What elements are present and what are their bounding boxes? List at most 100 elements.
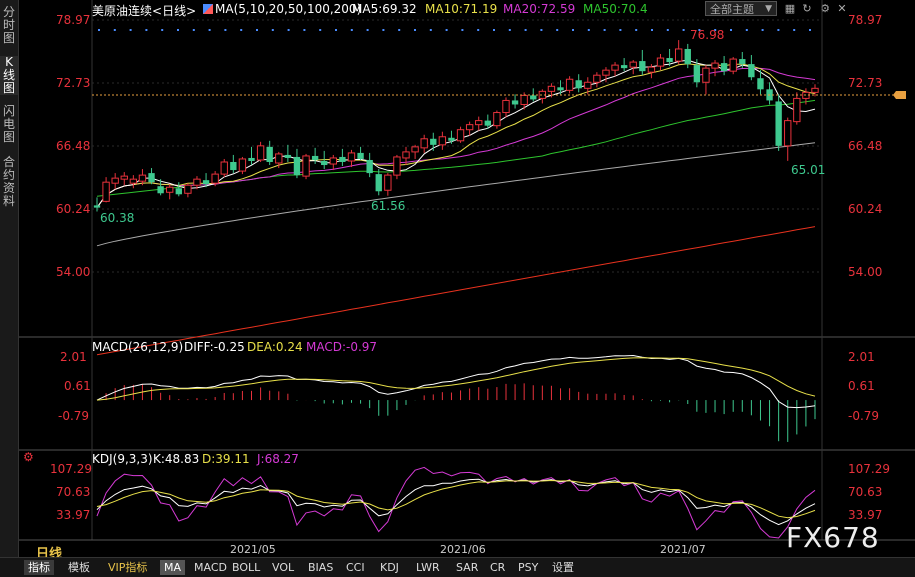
kdj-d: D:39.11 [202,452,250,466]
candle-body [748,64,755,78]
watermark-logo: FX678 [786,521,880,554]
tab-macd[interactable]: MACD [190,560,231,575]
candle-body [739,59,746,65]
dot-marker [161,29,164,31]
candle-body [511,100,519,105]
ma200-line [96,226,816,356]
macd-tick-right: -0.79 [848,409,879,423]
tab-kdj[interactable]: KDJ [376,560,403,575]
dot-marker [208,29,211,31]
price-tick-left: 66.48 [56,139,90,153]
dot-marker [682,29,685,31]
low-annotation: 61.56 [371,199,405,213]
moving-average-lines [96,59,816,356]
tab-templates[interactable]: 模板 [64,560,94,575]
candle-body [684,48,691,65]
dot-marker [335,29,337,31]
dot-marker [129,29,132,31]
candle-body [611,64,619,71]
candle-body [456,129,465,142]
dot-marker [635,29,638,31]
candlestick-series [93,40,819,212]
dot-marker [619,29,622,31]
kdj-tick-left: 70.63 [56,485,90,499]
candle-body [248,157,255,161]
dot-marker [461,29,464,31]
dot-marker [524,29,527,31]
candle-body [220,161,228,175]
tab-settings[interactable]: 设置 [548,560,578,575]
tab-indicators[interactable]: 指标 [24,560,54,575]
price-tick-left: 72.73 [56,76,90,90]
dot-marker [113,29,116,31]
macd-tick-left: 2.01 [60,350,87,364]
dot-marker [414,29,416,31]
price-tick-right: 54.00 [848,265,882,279]
macd-tick-right: 2.01 [848,350,875,364]
dot-marker [745,29,748,31]
kdj-k: K:48.83 [153,452,200,466]
tab-bias[interactable]: BIAS [304,560,337,575]
candle-body [111,177,119,184]
candle-body [793,97,801,123]
candle-body [347,152,356,162]
candle-body [720,63,728,72]
kdj-title: KDJ(9,3,3) [92,452,153,466]
candle-body [329,157,337,165]
dot-marker [730,29,732,31]
candle-body [656,57,665,67]
candle-body [384,174,392,191]
dot-marker [445,29,448,31]
low-annotation: 65.01 [791,163,825,177]
tab-cci[interactable]: CCI [342,560,369,575]
tab-psy[interactable]: PSY [514,560,542,575]
dot-marker [319,29,322,31]
candle-body [448,137,455,141]
candle-body [202,180,210,185]
candle-body [120,175,128,180]
candle-body [674,48,683,62]
indicator-bar: 指标 模板 VIP指标 MA MACD BOLL VOL BIAS CCI KD… [0,557,915,577]
candle-body [184,184,192,194]
dot-marker [477,29,480,31]
tab-cr[interactable]: CR [486,560,509,575]
dot-marker [809,29,811,31]
price-tick-left: 60.24 [56,202,90,216]
dot-marker [587,29,590,31]
candle-body [811,87,819,93]
candle-body [639,61,646,72]
candle-body [166,186,174,193]
candle-body [175,188,182,195]
date-label: 2021/07 [660,543,706,556]
dot-marker [666,29,669,31]
candle-body [339,156,346,162]
tab-vip-indicators[interactable]: VIP指标 [104,560,151,575]
tab-vol[interactable]: VOL [268,560,298,575]
macd-diff-line [96,354,816,409]
kdj-panel [96,466,816,539]
settings-gear-icon[interactable]: ⚙ [23,450,34,464]
candle-body [266,146,273,162]
candle-body [666,58,673,63]
dot-marker [572,29,574,31]
macd-tick-left: 0.61 [64,379,91,393]
candle-body [393,156,401,176]
tab-sar[interactable]: SAR [452,560,482,575]
candle-body [102,181,110,202]
candle-body [93,205,101,208]
dot-marker [303,29,306,31]
kdj-tick-right: 70.63 [848,485,882,499]
candle-body [784,120,792,147]
dot-marker [98,29,100,31]
candle-body [430,138,437,145]
tab-ma[interactable]: MA [160,560,186,575]
candle-body [757,78,764,90]
date-label: 2021/06 [440,543,486,556]
candle-body [256,145,265,161]
candle-body [230,161,237,171]
tab-boll[interactable]: BOLL [228,560,264,575]
tab-lwr[interactable]: LWR [412,560,444,575]
candle-body [321,160,328,166]
candle-body [375,174,382,192]
candle-body [557,87,564,91]
